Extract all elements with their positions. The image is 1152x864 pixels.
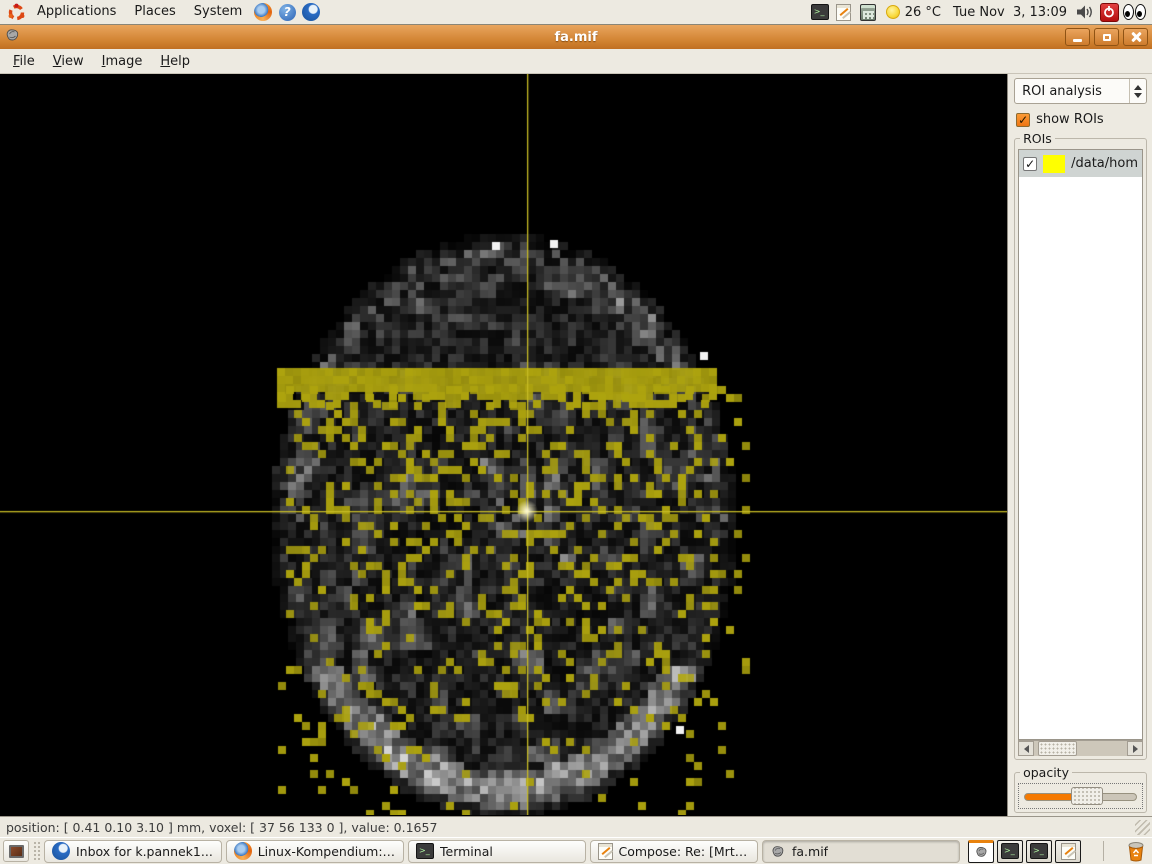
- thunderbird-launcher-icon[interactable]: [300, 1, 322, 23]
- menu-file[interactable]: File: [4, 51, 44, 72]
- task-button-famif[interactable]: fa.mif: [762, 840, 960, 863]
- menu-image[interactable]: Image: [93, 51, 152, 72]
- thunderbird-icon: [52, 842, 70, 860]
- minimize-button[interactable]: [1065, 28, 1090, 46]
- taskbar-separator: [1103, 841, 1104, 861]
- menu-applications[interactable]: Applications: [28, 0, 125, 24]
- tool-selector-combobox[interactable]: ROI analysis: [1014, 78, 1147, 104]
- combobox-spinner-icon[interactable]: [1129, 79, 1146, 103]
- trash-applet-icon[interactable]: [1123, 840, 1149, 862]
- roi-visible-checkbox[interactable]: [1023, 157, 1037, 171]
- maximize-button[interactable]: [1094, 28, 1119, 46]
- roi-list-hscrollbar[interactable]: [1018, 740, 1143, 756]
- task-button-inbox[interactable]: Inbox for k.pannek1...: [44, 840, 222, 863]
- roi-list-item[interactable]: /data/hom: [1019, 150, 1142, 177]
- calculator-tray-icon[interactable]: [857, 1, 879, 23]
- mini-notes-icon[interactable]: [1055, 840, 1081, 863]
- show-desktop-button[interactable]: [3, 840, 29, 862]
- mini-terminal2-icon[interactable]: [1026, 840, 1052, 863]
- menu-places[interactable]: Places: [125, 0, 184, 24]
- roi-path-label: /data/hom: [1071, 156, 1138, 171]
- show-rois-label: show ROIs: [1036, 112, 1104, 127]
- roi-color-swatch: [1043, 155, 1065, 173]
- task-button-compose[interactable]: Compose: Re: [Mrtri...: [590, 840, 758, 863]
- volume-icon[interactable]: [1074, 1, 1096, 23]
- scrollbar-track[interactable]: [1034, 741, 1127, 756]
- mini-brain-icon[interactable]: [968, 840, 994, 863]
- clock-applet[interactable]: Tue Nov 3, 13:09: [947, 5, 1073, 20]
- sun-icon: [886, 5, 900, 19]
- help-launcher-icon[interactable]: [276, 1, 298, 23]
- app-menubar: File View Image Help: [0, 49, 1152, 74]
- task-button-firefox[interactable]: Linux-Kompendium: ...: [226, 840, 404, 863]
- bottom-taskbar: Inbox for k.pannek1... Linux-Kompendium:…: [0, 837, 1152, 864]
- statusbar: position: [ 0.41 0.10 3.10 ] mm, voxel: …: [0, 816, 1152, 837]
- window-titlebar[interactable]: fa.mif: [0, 25, 1152, 49]
- mrview-window: fa.mif File View Image Help ROI analysis…: [0, 25, 1152, 837]
- viewer-canvas[interactable]: [0, 74, 1007, 815]
- compose-icon: [598, 843, 613, 860]
- menu-view[interactable]: View: [44, 51, 93, 72]
- scrollbar-thumb[interactable]: [1038, 741, 1077, 756]
- resize-grip[interactable]: [1135, 820, 1150, 835]
- opacity-group: opacity: [1014, 765, 1147, 813]
- xeyes-applet-icon: [1121, 4, 1148, 20]
- roi-list[interactable]: /data/hom: [1018, 149, 1143, 740]
- brain-icon: [770, 844, 786, 859]
- terminal-tray-icon[interactable]: [809, 1, 831, 23]
- temperature-label: 26 °C: [905, 5, 941, 20]
- window-title: fa.mif: [0, 30, 1152, 45]
- opacity-slider-thumb[interactable]: [1071, 787, 1103, 805]
- scroll-left-icon[interactable]: [1018, 741, 1034, 756]
- menu-help[interactable]: Help: [151, 51, 199, 72]
- notes-tray-icon[interactable]: [833, 1, 855, 23]
- rois-group-label: ROIs: [1020, 131, 1055, 146]
- opacity-slider[interactable]: [1018, 783, 1143, 809]
- mini-terminal-icon[interactable]: [997, 840, 1023, 863]
- tool-selector-value: ROI analysis: [1015, 84, 1129, 99]
- show-rois-row: show ROIs: [1016, 112, 1147, 127]
- terminal-icon: [416, 843, 434, 859]
- close-button[interactable]: [1123, 28, 1148, 46]
- weather-applet[interactable]: 26 °C: [880, 5, 947, 20]
- task-button-terminal[interactable]: Terminal: [408, 840, 586, 863]
- window-brain-icon: [4, 27, 21, 47]
- window-selector-applet: [968, 840, 1081, 863]
- opacity-label: opacity: [1020, 765, 1072, 780]
- position-readout: position: [ 0.41 0.10 3.10 ] mm, voxel: …: [6, 820, 437, 835]
- power-button-icon[interactable]: [1098, 1, 1120, 23]
- rois-group: ROIs /data/hom: [1014, 131, 1147, 760]
- ubuntu-logo-icon[interactable]: [5, 1, 27, 23]
- tasklist-handle[interactable]: [33, 841, 40, 861]
- firefox-icon: [234, 842, 252, 860]
- menu-system[interactable]: System: [185, 0, 251, 24]
- viewer-area: [0, 74, 1007, 816]
- roi-sidebar: ROI analysis show ROIs ROIs /data/hom: [1007, 74, 1152, 816]
- scroll-right-icon[interactable]: [1127, 741, 1143, 756]
- firefox-launcher-icon[interactable]: [252, 1, 274, 23]
- show-rois-checkbox[interactable]: [1016, 113, 1030, 127]
- top-panel: Applications Places System 26 °C Tue Nov…: [0, 0, 1152, 25]
